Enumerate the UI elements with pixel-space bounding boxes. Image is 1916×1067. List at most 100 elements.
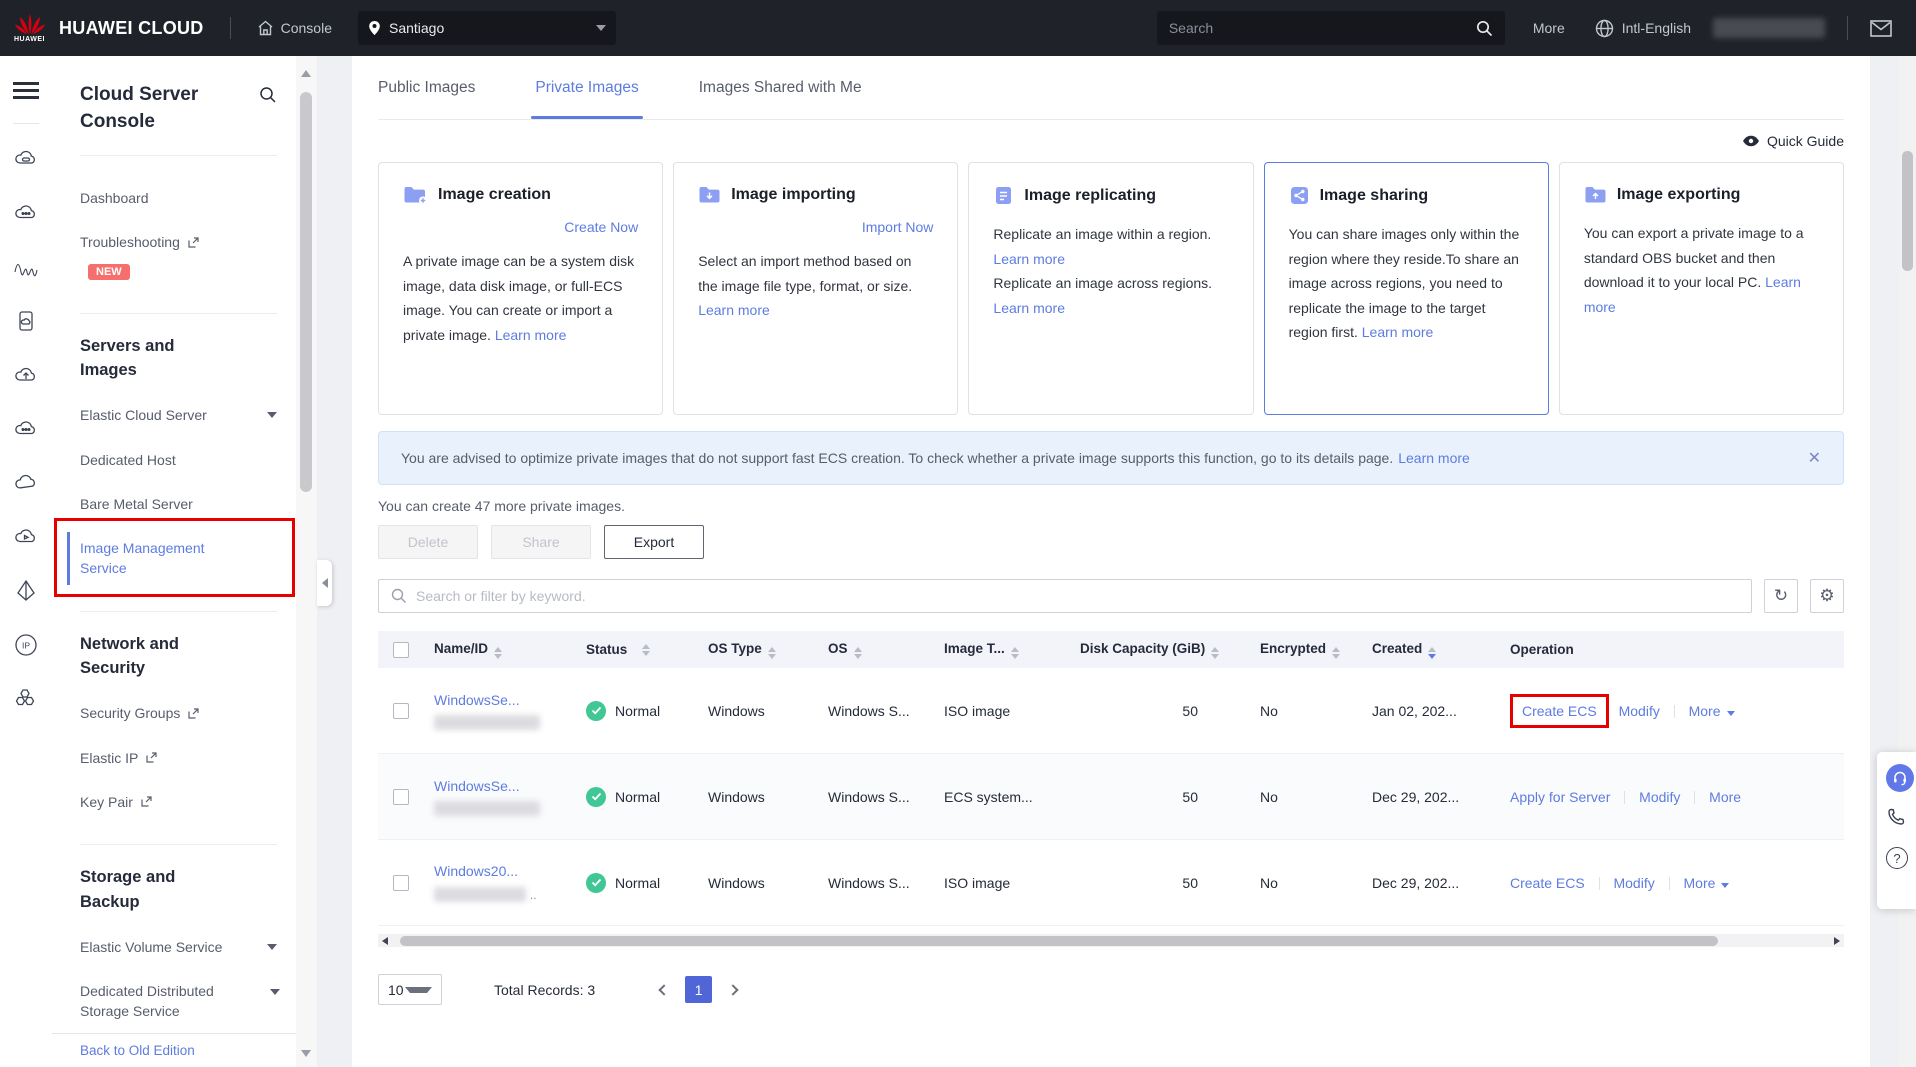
row-checkbox[interactable] [393,703,409,719]
learn-more-link[interactable]: Learn more [1398,450,1470,466]
help-button[interactable]: ? [1886,847,1908,869]
sort-icons[interactable] [642,644,650,656]
row-checkbox[interactable] [393,875,409,891]
tab-private-images[interactable]: Private Images [535,56,638,119]
console-link[interactable]: Console [257,20,332,36]
scrollbar-thumb[interactable] [400,936,1718,946]
next-page-button[interactable] [720,977,746,1003]
sort-icons[interactable] [1211,647,1219,659]
delete-button[interactable]: Delete [378,525,478,559]
sidebar-item-dedicated-host[interactable]: Dedicated Host [80,438,277,482]
table-settings-button[interactable]: ⚙ [1810,579,1844,613]
sidebar-item-dedicated-distributed-storage[interactable]: Dedicated Distributed Storage Service [80,969,280,1034]
cloud-upload-icon[interactable] [6,353,46,397]
scrollbar-thumb[interactable] [1902,151,1913,271]
sidebar-item-elastic-cloud-server[interactable]: Elastic Cloud Server [80,393,277,437]
sort-icons[interactable] [768,647,776,659]
phone-support-button[interactable] [1886,807,1906,832]
modify-link[interactable]: Modify [1613,875,1654,891]
waves-icon[interactable] [6,245,46,289]
cloud-play-icon[interactable] [6,515,46,559]
more-link[interactable]: More [1684,875,1716,891]
scroll-down-arrow[interactable] [301,1050,311,1057]
quick-guide-button[interactable]: Quick Guide [1742,133,1844,149]
learn-more-link[interactable]: Learn more [1362,324,1434,340]
more-link[interactable]: More [1689,703,1721,719]
col-os[interactable]: OS [818,641,934,659]
col-image-type[interactable]: Image T... [934,641,1070,659]
learn-more-link[interactable]: Learn more [993,300,1065,316]
huawei-logo[interactable]: HUAWEI [14,14,45,43]
create-now-link[interactable]: Create Now [564,219,638,235]
sidebar-item-bare-metal-server[interactable]: Bare Metal Server [80,482,277,526]
apply-for-server-link[interactable]: Apply for Server [1510,789,1610,805]
more-menu[interactable]: More [1533,20,1565,36]
prev-page-button[interactable] [651,977,677,1003]
support-chat-button[interactable] [1886,764,1914,792]
col-os-type[interactable]: OS Type [698,641,818,659]
cloud-dots-icon[interactable] [6,407,46,451]
export-button[interactable]: Export [604,525,704,559]
learn-more-link[interactable]: Learn more [993,251,1065,267]
refresh-button[interactable]: ↻ [1764,579,1798,613]
scroll-up-arrow[interactable] [301,70,311,77]
col-encrypted[interactable]: Encrypted [1250,641,1362,659]
row-checkbox[interactable] [393,789,409,805]
modify-link[interactable]: Modify [1619,703,1660,719]
sort-icons[interactable] [1011,647,1019,659]
cloud-icon[interactable] [6,461,46,505]
cloud-server-icon[interactable] [6,137,46,181]
hexagon-cluster-icon[interactable] [6,677,46,721]
import-now-link[interactable]: Import Now [862,219,934,235]
modify-link[interactable]: Modify [1639,789,1680,805]
filter-search[interactable] [378,579,1752,613]
sort-icons[interactable] [1428,647,1436,659]
sidebar-item-troubleshooting[interactable]: Troubleshooting NEW [80,220,277,292]
page-size-select[interactable]: 10 [378,974,442,1005]
sidebar-item-elastic-volume-service[interactable]: Elastic Volume Service [80,925,277,969]
sidebar-item-image-management-service[interactable]: Image Management Service [80,526,277,591]
learn-more-link[interactable]: Learn more [495,327,567,343]
close-icon[interactable]: ✕ [1808,448,1821,468]
image-name-link[interactable]: WindowsSe... [434,692,520,708]
scroll-right-arrow[interactable] [1830,934,1844,947]
messages-button[interactable] [1870,20,1892,37]
learn-more-link[interactable]: Learn more [698,302,770,318]
horizontal-scrollbar[interactable] [378,934,1844,947]
sort-icons[interactable] [854,647,862,659]
col-name-id[interactable]: Name/ID [424,641,576,659]
sidebar-item-elastic-ip[interactable]: Elastic IP [80,736,277,780]
account-name-redacted[interactable] [1713,18,1825,38]
sidebar-item-key-pair[interactable]: Key Pair [80,780,277,824]
hamburger-menu-icon[interactable] [13,78,39,103]
page-number-active[interactable]: 1 [685,976,712,1003]
search-icon[interactable] [1476,20,1493,37]
filter-input[interactable] [416,588,1739,604]
sort-icons[interactable] [1332,647,1340,659]
select-all-checkbox[interactable] [393,642,409,658]
region-selector[interactable]: Santiago [358,11,616,45]
prism-icon[interactable] [6,569,46,613]
create-ecs-link[interactable]: Create ECS [1510,875,1585,891]
global-search[interactable] [1157,11,1505,45]
sidebar-item-security-groups[interactable]: Security Groups [80,691,277,735]
sidebar-search-icon[interactable] [259,86,277,109]
share-button[interactable]: Share [491,525,591,559]
col-disk-capacity[interactable]: Disk Capacity (GiB) [1070,641,1250,659]
sidebar-scrollbar[interactable] [296,56,317,1067]
page-scrollbar[interactable] [1899,56,1916,1067]
language-selector[interactable]: Intl-English [1595,19,1691,38]
sort-icons[interactable] [494,647,502,659]
col-status[interactable]: Status [576,642,698,657]
sidebar-item-dashboard[interactable]: Dashboard [80,176,277,220]
create-ecs-link[interactable]: Create ECS [1522,703,1597,719]
ip-icon[interactable]: IP [6,623,46,667]
tab-images-shared-with-me[interactable]: Images Shared with Me [699,56,862,119]
back-to-old-edition-link[interactable]: Back to Old Edition [80,1043,195,1058]
global-search-input[interactable] [1169,20,1476,36]
cloud-more-icon[interactable] [6,191,46,235]
scrollbar-thumb[interactable] [300,92,312,492]
tab-public-images[interactable]: Public Images [378,56,475,119]
image-name-link[interactable]: Windows20... [434,863,518,879]
col-created[interactable]: Created [1362,641,1500,659]
